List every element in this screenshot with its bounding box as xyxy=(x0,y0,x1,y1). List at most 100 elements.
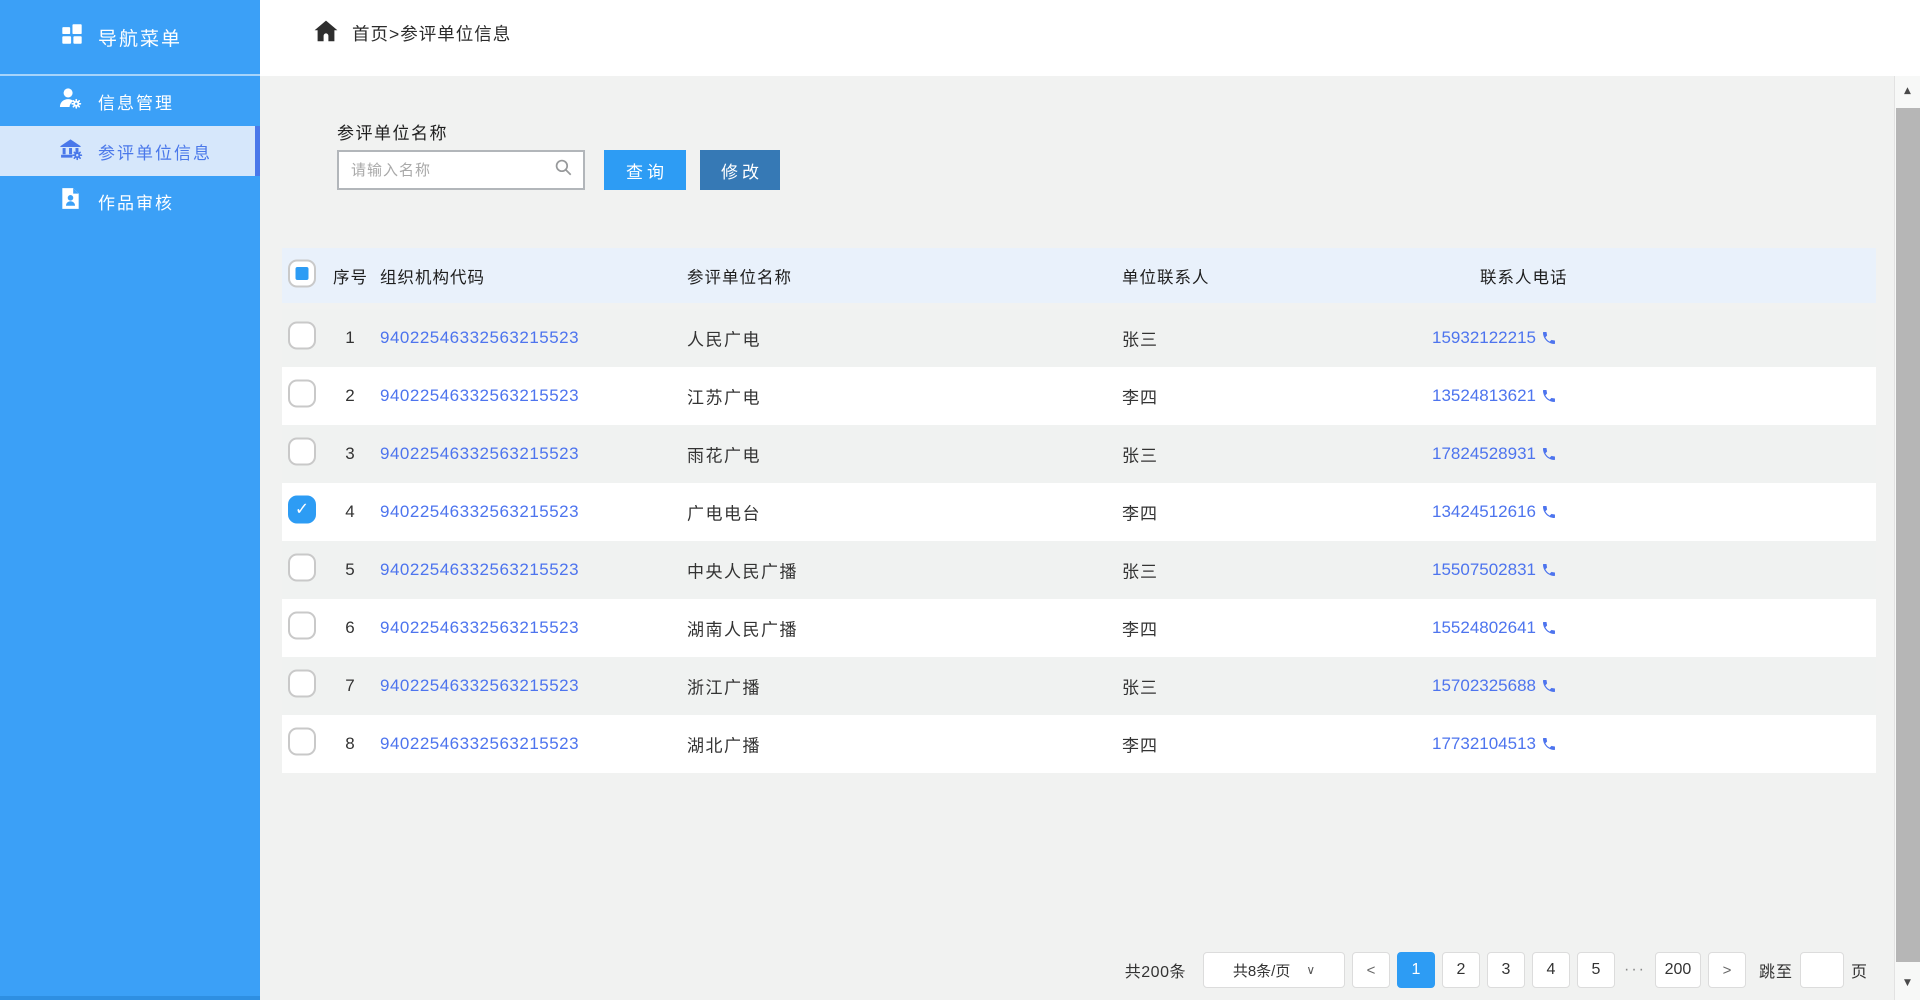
phone-icon xyxy=(1541,736,1557,752)
jump-page-input[interactable] xyxy=(1800,952,1844,988)
page-button-3[interactable]: 3 xyxy=(1487,952,1525,988)
table-row: 394022546332563215523雨花广电张三17824528931 xyxy=(282,425,1876,483)
sidebar-header: 导航菜单 xyxy=(0,0,260,76)
breadcrumb: 首页>参评单位信息 xyxy=(352,21,511,46)
column-header-contact: 单位联系人 xyxy=(1122,264,1210,288)
phone-icon xyxy=(1541,678,1557,694)
row-index-cell: 7 xyxy=(333,676,367,696)
table-row: 894022546332563215523湖北广播李四17732104513 xyxy=(282,715,1876,773)
contact-cell: 李四 xyxy=(1122,616,1158,641)
query-button[interactable]: 查询 xyxy=(604,150,686,190)
org-code-link[interactable]: 94022546332563215523 xyxy=(380,502,579,522)
phone-icon xyxy=(1541,446,1557,462)
sidebar-bottom-strip xyxy=(0,996,260,1000)
sidebar-item-info-management[interactable]: 信息管理 xyxy=(0,76,260,126)
table-row: 294022546332563215523江苏广电李四13524813621 xyxy=(282,367,1876,425)
row-index-cell: 6 xyxy=(333,618,367,638)
sidebar-item-label: 作品审核 xyxy=(98,189,174,214)
phone-link[interactable]: 17824528931 xyxy=(1432,444,1557,464)
home-icon[interactable] xyxy=(313,18,339,49)
org-code-link[interactable]: 94022546332563215523 xyxy=(380,618,579,638)
sidebar-title: 导航菜单 xyxy=(98,24,182,51)
scroll-up-arrow-icon[interactable]: ▲ xyxy=(1895,76,1920,106)
phone-link[interactable]: 15932122215 xyxy=(1432,328,1557,348)
unit-name-cell: 湖北广播 xyxy=(687,732,761,757)
org-code-link[interactable]: 94022546332563215523 xyxy=(380,560,579,580)
pagination-ellipsis: ··· xyxy=(1624,961,1646,979)
contact-cell: 李四 xyxy=(1122,500,1158,525)
table-body: 194022546332563215523人民广电张三1593212221529… xyxy=(282,309,1876,773)
org-code-link[interactable]: 94022546332563215523 xyxy=(380,328,579,348)
phone-number: 17824528931 xyxy=(1432,444,1536,464)
column-header-phone: 联系人电话 xyxy=(1480,264,1568,288)
last-page-button[interactable]: 200 xyxy=(1655,952,1701,988)
row-checkbox[interactable] xyxy=(288,322,316,350)
phone-icon xyxy=(1541,562,1557,578)
unit-name-cell: 人民广电 xyxy=(687,326,761,351)
modify-button[interactable]: 修改 xyxy=(700,150,780,190)
row-checkbox[interactable] xyxy=(288,728,316,756)
row-checkbox[interactable] xyxy=(288,670,316,698)
row-checkbox[interactable] xyxy=(288,438,316,466)
row-index-cell: 2 xyxy=(333,386,367,406)
phone-link[interactable]: 15524802641 xyxy=(1432,618,1557,638)
document-user-icon xyxy=(58,186,83,216)
column-header-unit-name: 参评单位名称 xyxy=(687,264,792,288)
row-checkbox[interactable] xyxy=(288,496,316,524)
phone-icon xyxy=(1541,330,1557,346)
page-button-2[interactable]: 2 xyxy=(1442,952,1480,988)
page-button-4[interactable]: 4 xyxy=(1532,952,1570,988)
phone-link[interactable]: 15507502831 xyxy=(1432,560,1557,580)
prev-page-button[interactable]: < xyxy=(1352,952,1390,988)
org-code-link[interactable]: 94022546332563215523 xyxy=(380,676,579,696)
phone-link[interactable]: 13524813621 xyxy=(1432,386,1557,406)
sidebar-menu: 信息管理 参评单位信息 作品审核 xyxy=(0,76,260,226)
phone-number: 15932122215 xyxy=(1432,328,1536,348)
org-code-link[interactable]: 94022546332563215523 xyxy=(380,444,579,464)
row-checkbox[interactable] xyxy=(288,380,316,408)
next-page-button[interactable]: > xyxy=(1708,952,1746,988)
sidebar-item-work-review[interactable]: 作品审核 xyxy=(0,176,260,226)
row-index-cell: 3 xyxy=(333,444,367,464)
phone-number: 13424512616 xyxy=(1432,502,1536,522)
scroll-down-arrow-icon[interactable]: ▼ xyxy=(1895,966,1920,1000)
phone-link[interactable]: 15702325688 xyxy=(1432,676,1557,696)
unit-name-cell: 中央人民广播 xyxy=(687,558,798,583)
contact-cell: 张三 xyxy=(1122,674,1158,699)
page-button-1[interactable]: 1 xyxy=(1397,952,1435,988)
select-all-checkbox[interactable] xyxy=(288,259,316,287)
scrollbar-thumb[interactable] xyxy=(1896,108,1920,962)
sidebar-item-unit-info[interactable]: 参评单位信息 xyxy=(0,126,260,176)
vertical-scrollbar[interactable]: ▲ ▼ xyxy=(1894,76,1920,1000)
phone-icon xyxy=(1541,388,1557,404)
page-size-select[interactable]: 共8条/页 ∨ xyxy=(1203,952,1345,988)
table-row: 794022546332563215523浙江广播张三15702325688 xyxy=(282,657,1876,715)
search-input[interactable] xyxy=(349,161,546,180)
page-button-5[interactable]: 5 xyxy=(1577,952,1615,988)
row-index-cell: 1 xyxy=(333,328,367,348)
row-index-cell: 4 xyxy=(333,502,367,522)
grid-icon xyxy=(60,22,84,52)
phone-link[interactable]: 13424512616 xyxy=(1432,502,1557,522)
table-row: 194022546332563215523人民广电张三15932122215 xyxy=(282,309,1876,367)
org-code-link[interactable]: 94022546332563215523 xyxy=(380,386,579,406)
sidebar-item-label: 信息管理 xyxy=(98,89,174,114)
topbar: 首页>参评单位信息 xyxy=(260,0,1920,76)
user-gear-icon xyxy=(58,86,83,116)
phone-number: 15524802641 xyxy=(1432,618,1536,638)
page-unit-label: 页 xyxy=(1851,958,1868,982)
sidebar-item-label: 参评单位信息 xyxy=(98,139,212,164)
phone-number: 15507502831 xyxy=(1432,560,1536,580)
search-box xyxy=(337,150,585,190)
jump-to-label: 跳至 xyxy=(1759,958,1793,982)
search-icon[interactable] xyxy=(554,158,573,182)
table-row: 694022546332563215523湖南人民广播李四15524802641 xyxy=(282,599,1876,657)
search-label: 参评单位名称 xyxy=(337,119,448,144)
row-checkbox[interactable] xyxy=(288,554,316,582)
chevron-down-icon: ∨ xyxy=(1306,963,1315,977)
org-code-link[interactable]: 94022546332563215523 xyxy=(380,734,579,754)
row-checkbox[interactable] xyxy=(288,612,316,640)
column-header-index: 序号 xyxy=(333,264,368,288)
unit-name-cell: 雨花广电 xyxy=(687,442,761,467)
phone-link[interactable]: 17732104513 xyxy=(1432,734,1557,754)
